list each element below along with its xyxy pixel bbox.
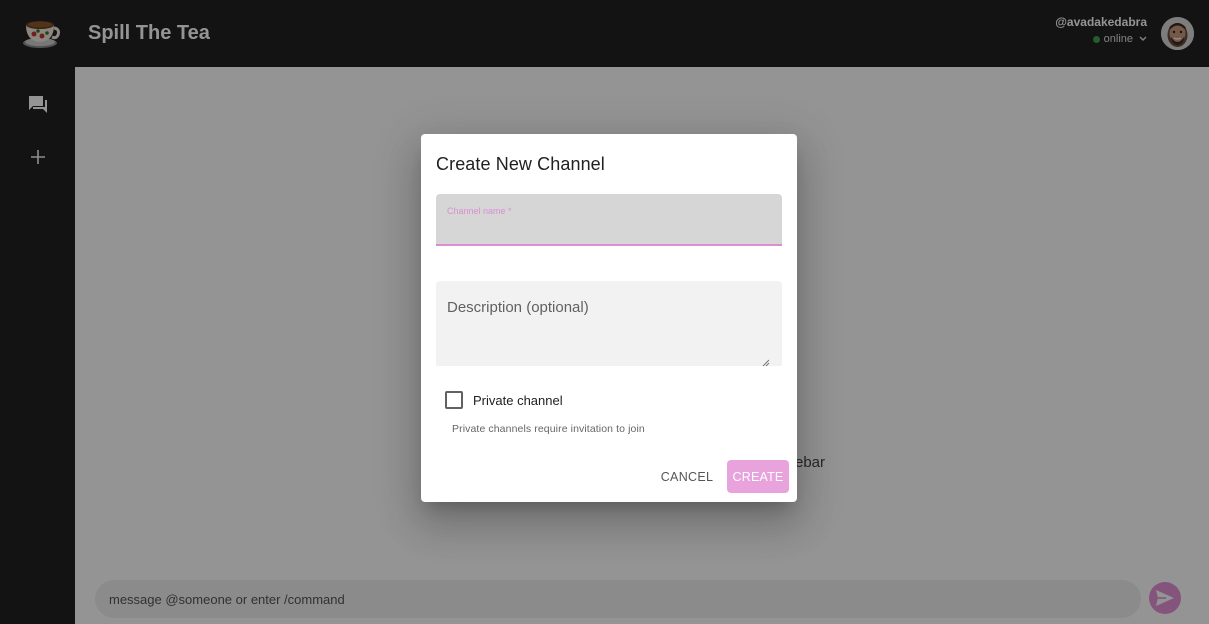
create-channel-dialog: Create New Channel Channel name * Privat… [421,134,797,502]
description-field[interactable] [436,281,782,367]
create-button[interactable]: CREATE [727,460,789,493]
dialog-title: Create New Channel [436,154,605,174]
channel-name-label: Channel name * [447,206,512,216]
channel-name-field[interactable]: Channel name * [436,194,782,246]
resize-handle-icon[interactable] [762,354,770,367]
private-channel-toggle[interactable]: Private channel [445,391,563,409]
cancel-button[interactable]: CANCEL [654,465,720,489]
private-channel-label: Private channel [473,392,563,408]
private-channel-helper-text: Private channels require invitation to j… [452,423,645,435]
app-root: Spill The Tea @avadakedabra online ebar … [0,0,1209,624]
channel-name-input[interactable] [447,220,771,240]
private-channel-checkbox[interactable] [445,391,463,409]
description-input[interactable] [436,281,782,366]
